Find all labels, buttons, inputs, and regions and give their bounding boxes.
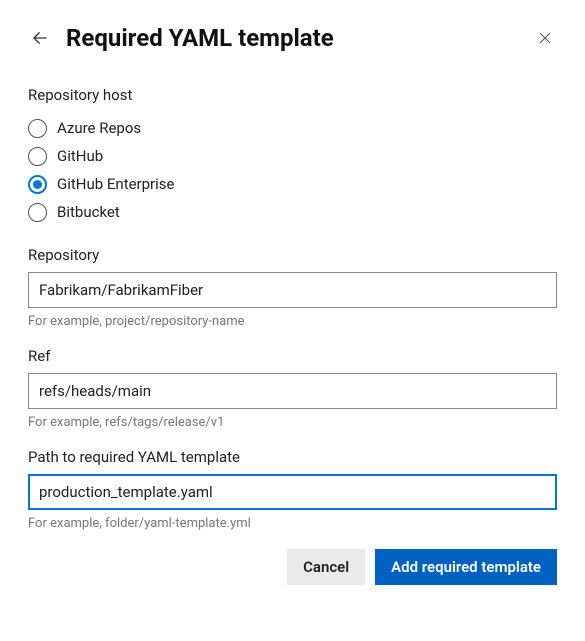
ref-input[interactable] bbox=[28, 373, 557, 409]
radio-github[interactable]: GitHub bbox=[28, 142, 557, 170]
ref-field: Ref For example, refs/tags/release/v1 bbox=[28, 347, 557, 430]
radio-label: GitHub bbox=[57, 147, 103, 165]
dialog-footer: Cancel Add required template bbox=[28, 549, 557, 585]
repository-label: Repository bbox=[28, 246, 557, 264]
close-icon bbox=[537, 30, 553, 46]
radio-bitbucket[interactable]: Bitbucket bbox=[28, 198, 557, 226]
radio-label: GitHub Enterprise bbox=[57, 175, 175, 193]
radio-icon bbox=[28, 119, 47, 138]
path-input[interactable] bbox=[28, 474, 557, 510]
repository-host-label: Repository host bbox=[28, 86, 557, 104]
dialog-title: Required YAML template bbox=[66, 24, 519, 52]
radio-azure-repos[interactable]: Azure Repos bbox=[28, 114, 557, 142]
repository-field: Repository For example, project/reposito… bbox=[28, 246, 557, 329]
path-field: Path to required YAML template For examp… bbox=[28, 448, 557, 531]
close-button[interactable] bbox=[533, 26, 557, 50]
repository-host-group: Azure Repos GitHub GitHub Enterprise Bit… bbox=[28, 114, 557, 226]
radio-icon-selected bbox=[28, 175, 47, 194]
ref-help: For example, refs/tags/release/v1 bbox=[28, 415, 557, 430]
path-label: Path to required YAML template bbox=[28, 448, 557, 466]
cancel-button[interactable]: Cancel bbox=[287, 549, 365, 585]
radio-icon bbox=[28, 203, 47, 222]
arrow-left-icon bbox=[31, 29, 49, 47]
radio-label: Azure Repos bbox=[57, 119, 141, 137]
radio-github-enterprise[interactable]: GitHub Enterprise bbox=[28, 170, 557, 198]
radio-label: Bitbucket bbox=[57, 203, 120, 221]
back-button[interactable] bbox=[28, 26, 52, 50]
repository-help: For example, project/repository-name bbox=[28, 314, 557, 329]
ref-label: Ref bbox=[28, 347, 557, 365]
radio-icon bbox=[28, 147, 47, 166]
dialog-header: Required YAML template bbox=[28, 24, 557, 52]
add-template-button[interactable]: Add required template bbox=[375, 549, 557, 585]
repository-input[interactable] bbox=[28, 272, 557, 308]
path-help: For example, folder/yaml-template.yml bbox=[28, 516, 557, 531]
